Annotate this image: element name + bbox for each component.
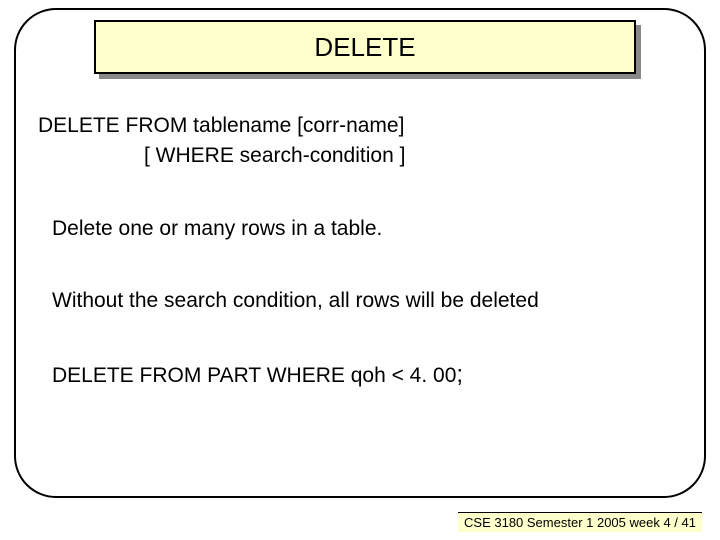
- syntax-line-1: DELETE FROM tablename [corr-name]: [38, 112, 678, 140]
- example-terminator: ;: [456, 361, 463, 388]
- paragraph-1: Delete one or many rows in a table.: [38, 215, 678, 243]
- example-text: DELETE FROM PART WHERE qoh < 4. 00: [52, 364, 456, 387]
- example-statement: DELETE FROM PART WHERE qoh < 4. 00;: [38, 359, 678, 391]
- slide-title: DELETE: [314, 32, 415, 63]
- title-box: DELETE: [94, 20, 636, 74]
- slide-body: DELETE FROM tablename [corr-name] [ WHER…: [38, 112, 678, 392]
- paragraph-2: Without the search condition, all rows w…: [38, 287, 678, 315]
- syntax-line-2: [ WHERE search-condition ]: [38, 142, 678, 170]
- slide-footer: CSE 3180 Semester 1 2005 week 4 / 41: [458, 512, 702, 532]
- slide: DELETE DELETE FROM tablename [corr-name]…: [0, 0, 720, 540]
